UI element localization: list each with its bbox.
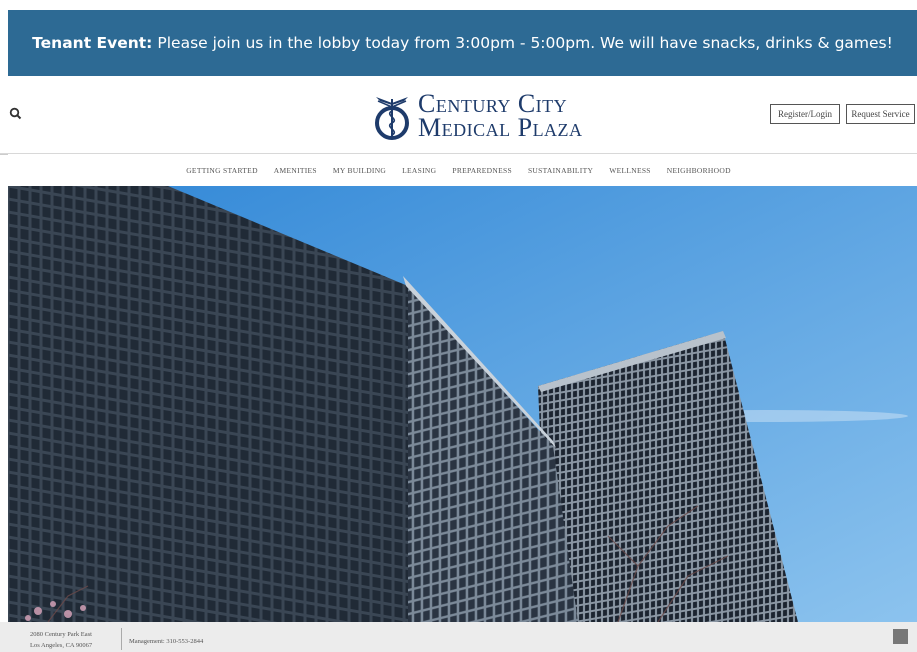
nav-item-leasing[interactable]: LEASING <box>402 166 436 175</box>
site-header: Century City Medical Plaza Register/Logi… <box>0 76 917 154</box>
site-logo[interactable]: Century City Medical Plaza <box>372 88 583 144</box>
nav-item-wellness[interactable]: WELLNESS <box>609 166 651 175</box>
nav-item-my-building[interactable]: MY BUILDING <box>333 166 386 175</box>
logo-wordmark: Century City Medical Plaza <box>418 91 583 142</box>
search-icon[interactable] <box>9 107 23 121</box>
address-line-1: 2080 Century Park East <box>30 631 92 638</box>
building-photo <box>8 186 917 622</box>
register-login-button[interactable]: Register/Login <box>770 104 840 124</box>
caduceus-logo-icon <box>375 97 409 140</box>
address-line-2: Los Angeles, CA 90067 <box>30 642 93 649</box>
logo-line-2: Medical Plaza <box>418 113 583 142</box>
nav-item-sustainability[interactable]: SUSTAINABILITY <box>528 166 593 175</box>
partner-badge-icon[interactable] <box>893 629 908 644</box>
banner-message: Please join us in the lobby today from 3… <box>157 34 893 52</box>
hero-building-image <box>8 186 917 622</box>
nav-item-neighborhood[interactable]: NEIGHBORHOOD <box>667 166 731 175</box>
request-service-button[interactable]: Request Service <box>846 104 915 124</box>
management-phone[interactable]: Management: 310-553-2844 <box>129 638 203 645</box>
tenant-event-banner: Tenant Event: Please join us in the lobb… <box>8 10 917 76</box>
footer-divider <box>121 628 122 650</box>
nav-item-amenities[interactable]: AMENITIES <box>274 166 317 175</box>
nav-item-preparedness[interactable]: PREPAREDNESS <box>452 166 512 175</box>
banner-label: Tenant Event: <box>32 34 153 52</box>
nav-item-getting-started[interactable]: GETTING STARTED <box>186 166 258 175</box>
main-nav: GETTING STARTED AMENITIES MY BUILDING LE… <box>0 155 917 186</box>
footer-address: 2080 Century Park East Los Angeles, CA 9… <box>30 629 92 651</box>
site-footer: 2080 Century Park East Los Angeles, CA 9… <box>0 622 917 652</box>
